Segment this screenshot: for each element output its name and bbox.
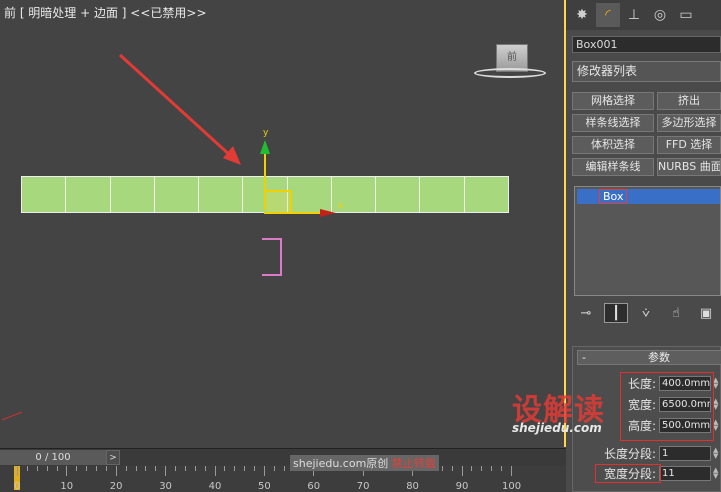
spline-select-button[interactable]: 样条线选择 xyxy=(572,114,654,132)
timeline-tick xyxy=(234,466,236,471)
make-unique-icon[interactable]: ⩒ xyxy=(634,303,658,323)
length-segs-spinner-icon[interactable]: ▲ ▼ xyxy=(713,447,718,460)
watermark-url: shejiedu.com xyxy=(512,421,602,435)
configure-sets-icon[interactable]: ▣ xyxy=(694,303,718,323)
next-frame-button[interactable]: > xyxy=(106,450,120,465)
modifier-list-dropdown[interactable]: 修改器列表 xyxy=(572,61,721,82)
modifier-stack[interactable]: Box xyxy=(574,186,721,296)
timeline-tick xyxy=(244,466,246,471)
stack-item-label: Box xyxy=(599,189,628,204)
timeline-tick xyxy=(254,466,256,471)
parameters-header[interactable]: - 参数 xyxy=(577,350,721,365)
timeline-tick xyxy=(441,466,443,471)
nurbs-select-button[interactable]: NURBS 曲面选择 xyxy=(657,158,721,176)
volume-select-button[interactable]: 体积选择 xyxy=(572,136,654,154)
annotation-arrow-icon xyxy=(1,53,241,421)
timeline-tick-label: 10 xyxy=(60,481,74,492)
object-name-field[interactable]: Box001 xyxy=(572,36,721,53)
pin-stack-icon[interactable]: ⊸ xyxy=(574,303,598,323)
mesh-select-button[interactable]: 网格选择 xyxy=(572,92,654,110)
timeline-tick-label: 70 xyxy=(356,481,370,492)
timeline-tick xyxy=(36,466,38,471)
extrude-button[interactable]: 挤出 xyxy=(657,92,721,110)
edit-spline-button[interactable]: 编辑样条线 xyxy=(572,158,654,176)
timeline-tick xyxy=(66,466,68,476)
timeline-tick xyxy=(76,466,78,471)
timeline-tick xyxy=(165,466,167,476)
length-segs-label: 长度分段: xyxy=(603,447,656,461)
timeline-tick xyxy=(115,466,117,476)
length-segs-input[interactable]: 1 xyxy=(659,446,711,461)
timeline-tick-label: 90 xyxy=(455,481,469,492)
timeline-tick xyxy=(26,466,28,471)
timeline-tick-label: 20 xyxy=(109,481,123,492)
timeline-tick xyxy=(264,466,265,476)
stack-toolbar: ⊸ ┃ ⩒ ☝ ▣ xyxy=(574,302,721,324)
timeline-tick xyxy=(155,466,157,471)
timeline-tick-label: 50 xyxy=(258,481,271,492)
timeline-tick xyxy=(461,466,463,476)
timeline-tick-label: 100 xyxy=(502,481,522,492)
timeline-tick-label: 40 xyxy=(208,481,222,492)
command-tabs: ✸ ◜ ⊥ ◎ ▭ xyxy=(566,0,721,30)
timeline-tick-label: 80 xyxy=(406,481,419,492)
timeline-tick xyxy=(46,466,48,471)
width-segs-input[interactable]: 11 xyxy=(659,466,711,481)
watermark-notice: shejiedu.com原创 禁止转载 xyxy=(290,455,439,471)
timeline-tick-label: 0 xyxy=(14,481,21,492)
time-bar[interactable]: 0 / 100 > xyxy=(0,448,566,467)
timeline-tick xyxy=(214,466,216,476)
modify-icon[interactable]: ◜ xyxy=(596,3,620,27)
collapse-toggle[interactable]: - xyxy=(582,351,586,364)
display-icon[interactable]: ▭ xyxy=(674,3,698,27)
timeline-tick xyxy=(273,466,275,471)
timeline-tick xyxy=(471,466,473,471)
timeline-tick xyxy=(283,466,285,471)
timeline-tick xyxy=(96,466,98,471)
timeline-tick xyxy=(481,466,483,471)
timeline-ruler[interactable]: 0 10 20 30 40 50 60 70 80 90 100 xyxy=(0,466,566,492)
time-slider[interactable]: 0 / 100 xyxy=(0,450,106,465)
parameters-title: 参数 xyxy=(648,351,670,364)
timeline-tick xyxy=(86,466,88,471)
highlight-box-dimensions xyxy=(620,372,714,441)
timeline-tick xyxy=(145,466,147,471)
remove-modifier-icon[interactable]: ☝ xyxy=(664,303,688,323)
timeline-tick xyxy=(204,466,206,471)
timeline-tick xyxy=(135,466,137,471)
timeline-tick xyxy=(125,466,127,471)
timeline-tick-label: 60 xyxy=(307,481,321,492)
timeline-tick-label: 30 xyxy=(159,481,172,492)
front-viewport[interactable]: 前 [ 明暗处理 + 边面 ] <<已禁用>> 前 y x xyxy=(0,0,566,447)
timeline-tick xyxy=(56,466,58,471)
timeline-tick xyxy=(511,466,512,476)
timeline-tick xyxy=(17,466,18,476)
timeline-tick xyxy=(194,466,196,471)
stack-item-box[interactable]: Box xyxy=(577,189,720,204)
length-segs-row: 长度分段: 1 ▲ ▼ xyxy=(573,445,721,463)
poly-select-button[interactable]: 多边形选择 xyxy=(657,114,721,132)
timeline-tick xyxy=(491,466,493,471)
create-icon[interactable]: ✸ xyxy=(570,3,594,27)
watermark-site: shejiedu.com原创 xyxy=(293,457,389,470)
timeline-tick xyxy=(175,466,177,471)
hierarchy-icon[interactable]: ⊥ xyxy=(622,3,646,27)
ffd-select-button[interactable]: FFD 选择 xyxy=(657,136,721,154)
timeline-tick xyxy=(224,466,226,471)
width-segs-spinner-icon[interactable]: ▲ ▼ xyxy=(713,467,718,480)
motion-icon[interactable]: ◎ xyxy=(648,3,672,27)
watermark-red: 禁止转载 xyxy=(391,457,436,470)
timeline-tick xyxy=(501,466,503,471)
show-end-result-icon[interactable]: ┃ xyxy=(604,303,628,323)
timeline-tick xyxy=(105,466,107,471)
timeline-tick xyxy=(451,466,453,471)
timeline-tick xyxy=(184,466,186,471)
highlight-box-width-segs xyxy=(595,464,661,483)
